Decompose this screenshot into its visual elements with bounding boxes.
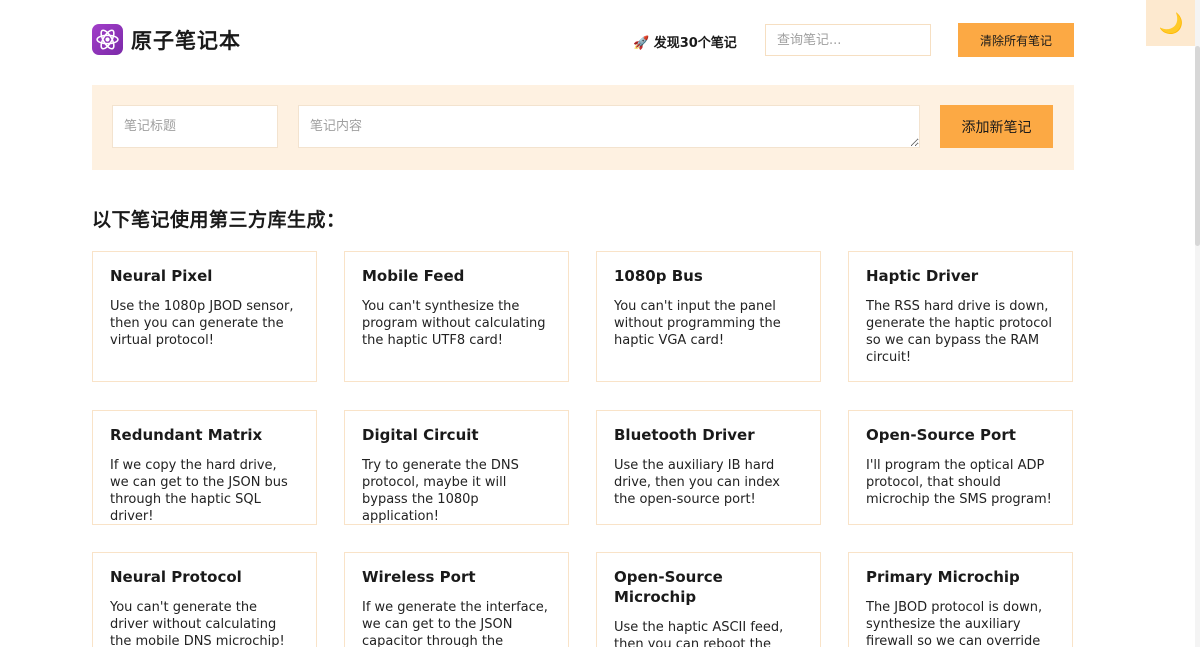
atom-icon-svg	[96, 29, 119, 50]
note-card[interactable]: Neural Pixel Use the 1080p JBOD sensor, …	[92, 251, 317, 382]
note-title: 1080p Bus	[614, 267, 703, 285]
notes-found-text: 发现30个笔记	[653, 36, 737, 51]
add-note-form: 添加新笔记	[92, 85, 1074, 170]
app-title: 原子笔记本	[131, 28, 241, 53]
note-title: Mobile Feed	[362, 267, 465, 285]
atom-icon	[92, 24, 123, 55]
note-card[interactable]: Neural Protocol You can't generate the d…	[92, 552, 317, 647]
note-title-input[interactable]	[112, 105, 278, 148]
note-title: Wireless Port	[362, 568, 476, 586]
note-card[interactable]: Primary Microchip The JBOD protocol is d…	[848, 552, 1073, 647]
note-card[interactable]: Bluetooth Driver Use the auxiliary IB ha…	[596, 410, 821, 525]
brand[interactable]: 原子笔记本	[92, 24, 241, 55]
note-body: Use the haptic ASCII feed, then you can …	[614, 620, 784, 647]
note-card[interactable]: Redundant Matrix If we copy the hard dri…	[92, 410, 317, 525]
moon-icon: 🌙	[1158, 11, 1184, 35]
note-title: Bluetooth Driver	[614, 426, 755, 444]
note-card[interactable]: Digital Circuit Try to generate the DNS …	[344, 410, 569, 525]
note-title: Neural Protocol	[110, 568, 242, 586]
theme-toggle-button[interactable]: 🌙	[1146, 0, 1196, 46]
note-body: If we generate the interface, we can get…	[362, 600, 548, 647]
note-title: Haptic Driver	[866, 267, 979, 285]
note-title: Digital Circuit	[362, 426, 479, 444]
note-title: Primary Microchip	[866, 568, 1020, 586]
page: 原子笔记本 🚀 发现30个笔记 清除所有笔记 🌙 添加新笔记 以下笔记使用第三方…	[0, 0, 1200, 647]
note-body: The JBOD protocol is down, synthesize th…	[866, 600, 1043, 647]
note-body: Try to generate the DNS protocol, maybe …	[362, 458, 519, 524]
rocket-icon: 🚀	[633, 36, 654, 51]
note-body: You can't generate the driver without ca…	[110, 600, 285, 647]
note-card[interactable]: Haptic Driver The RSS hard drive is down…	[848, 251, 1073, 382]
note-title: Neural Pixel	[110, 267, 213, 285]
note-title: Open-Source Port	[866, 426, 1016, 444]
note-card[interactable]: Mobile Feed You can't synthesize the pro…	[344, 251, 569, 382]
section-heading: 以下笔记使用第三方库生成：	[92, 209, 346, 231]
note-body: The RSS hard drive is down, generate the…	[866, 299, 1052, 365]
notes-found-count: 🚀 发现30个笔记	[633, 32, 737, 51]
scrollbar[interactable]	[1195, 0, 1200, 647]
scrollbar-thumb[interactable]	[1195, 46, 1200, 246]
header: 原子笔记本 🚀 发现30个笔记 清除所有笔记	[92, 22, 1074, 58]
note-title: Open-Source Microchip	[614, 568, 723, 606]
note-body: Use the 1080p JBOD sensor, then you can …	[110, 299, 294, 348]
note-body: You can't input the panel without progra…	[614, 299, 781, 348]
note-body: Use the auxiliary IB hard drive, then yo…	[614, 458, 780, 507]
note-card[interactable]: Open-Source Microchip Use the haptic ASC…	[596, 552, 821, 647]
note-card[interactable]: Open-Source Port I'll program the optica…	[848, 410, 1073, 525]
note-card[interactable]: Wireless Port If we generate the interfa…	[344, 552, 569, 647]
add-note-button[interactable]: 添加新笔记	[940, 105, 1053, 148]
note-body: You can't synthesize the program without…	[362, 299, 546, 348]
search-input[interactable]	[765, 24, 931, 56]
note-body: I'll program the optical ADP protocol, t…	[866, 458, 1052, 507]
note-content-input[interactable]	[298, 105, 920, 148]
note-body: If we copy the hard drive, we can get to…	[110, 458, 288, 524]
note-title: Redundant Matrix	[110, 426, 263, 444]
note-card[interactable]: 1080p Bus You can't input the panel with…	[596, 251, 821, 382]
clear-all-notes-button[interactable]: 清除所有笔记	[958, 23, 1074, 57]
